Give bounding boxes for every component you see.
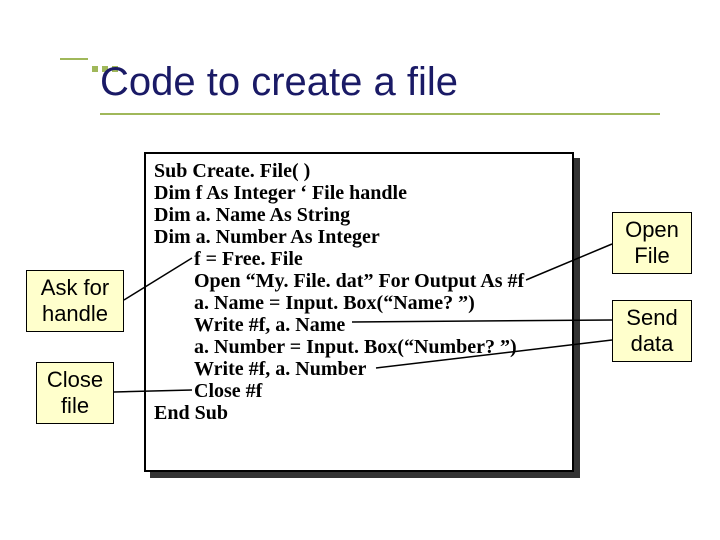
callout-ask-handle: Ask for handle	[26, 270, 124, 332]
code-line: Dim a. Name As String	[154, 204, 350, 226]
callout-close-file: Close file	[36, 362, 114, 424]
code-line: a. Number = Input. Box(“Number? ”)	[154, 336, 564, 358]
callout-line: Ask for	[41, 275, 109, 300]
code-line: a. Name = Input. Box(“Name? ”)	[154, 292, 564, 314]
callout-open-file: Open File	[612, 212, 692, 274]
callout-line: handle	[42, 301, 108, 326]
callout-line: File	[634, 243, 669, 268]
slide-title: Code to create a file	[100, 60, 458, 105]
callout-line: Send	[626, 305, 677, 330]
code-line: Write #f, a. Name	[154, 314, 564, 336]
code-line: Write #f, a. Number	[154, 358, 564, 380]
code-box: Sub Create. File( ) Dim f As Integer ‘ F…	[144, 152, 574, 472]
callout-line: Open	[625, 217, 679, 242]
code-line: Open “My. File. dat” For Output As #f	[154, 270, 564, 292]
title-underline	[100, 113, 660, 115]
callout-line: data	[631, 331, 674, 356]
code-line: Sub Create. File( )	[154, 160, 310, 182]
callout-send-data: Send data	[612, 300, 692, 362]
code-line: End Sub	[154, 402, 228, 424]
code-line: Dim f As Integer ‘ File handle	[154, 182, 407, 204]
code-line: f = Free. File	[154, 248, 564, 270]
callout-line: Close	[47, 367, 103, 392]
code-line: Dim a. Number As Integer	[154, 226, 380, 248]
callout-line: file	[61, 393, 89, 418]
code-line: Close #f	[154, 380, 564, 402]
